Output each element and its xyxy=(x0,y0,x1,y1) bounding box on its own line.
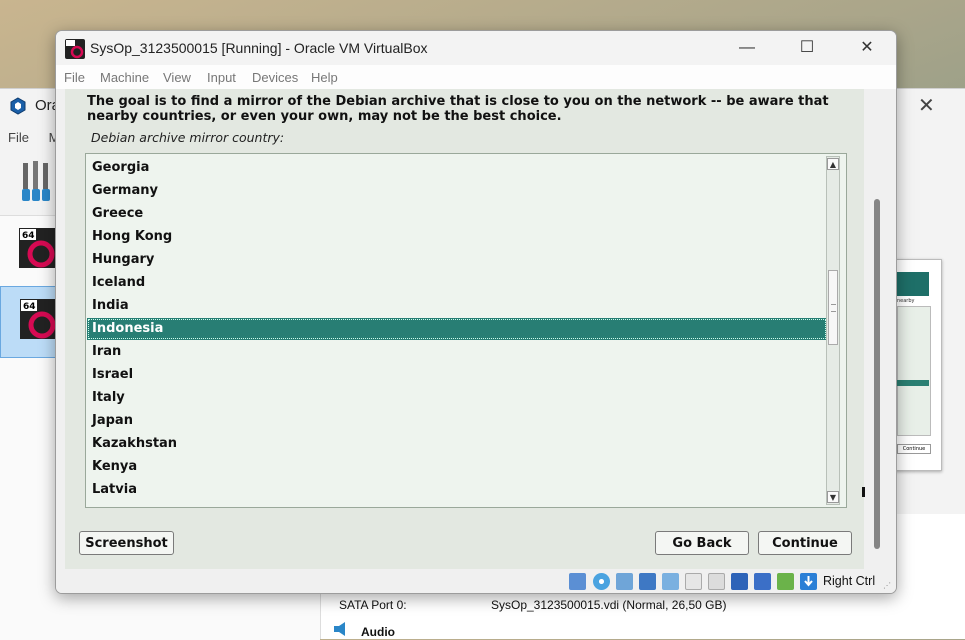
manager-close-icon[interactable]: ✕ xyxy=(918,93,935,118)
window-title: SysOp_3123500015 [Running] - Oracle VM V… xyxy=(90,40,428,56)
vm-menubar: File Machine View Input Devices Help xyxy=(56,65,896,89)
guest-screen[interactable]: The goal is to find a mirror of the Debi… xyxy=(65,89,865,569)
list-item[interactable]: Latvia xyxy=(87,479,827,501)
maximize-button[interactable]: ☐ xyxy=(784,35,830,61)
list-item-selected[interactable]: Indonesia xyxy=(87,318,827,340)
menu-machine[interactable]: Machine xyxy=(100,70,149,85)
audio-icon[interactable] xyxy=(616,573,633,590)
list-item[interactable]: Georgia xyxy=(87,157,827,179)
list-item[interactable]: Iran xyxy=(87,341,827,363)
preview-list xyxy=(897,306,931,436)
minimize-button[interactable]: — xyxy=(724,35,770,61)
grip-icon xyxy=(831,304,836,312)
menu-file[interactable]: File xyxy=(64,70,85,85)
audio-section-icon xyxy=(334,622,345,636)
vm-badge-1: 64 xyxy=(22,231,35,241)
host-key-label: Right Ctrl xyxy=(823,574,876,588)
usb-icon[interactable] xyxy=(662,573,679,590)
manager-menu-file[interactable]: File xyxy=(8,130,29,145)
list-item[interactable]: Israel xyxy=(87,364,827,386)
virtualbox-logo-icon xyxy=(10,97,26,115)
close-button[interactable]: ✕ xyxy=(844,35,890,61)
network-icon[interactable] xyxy=(639,573,656,590)
hard-disk-icon[interactable] xyxy=(569,573,586,590)
status-bar: Right Ctrl ⋰ xyxy=(56,569,896,593)
list-item[interactable]: Hong Kong xyxy=(87,226,827,248)
preview-continue: Continue xyxy=(897,444,931,454)
tools-icon[interactable] xyxy=(20,159,60,203)
preview-text: nearby xyxy=(897,298,915,304)
continue-button[interactable]: Continue xyxy=(758,531,852,555)
list-item[interactable]: Iceland xyxy=(87,272,827,294)
scroll-down-icon[interactable]: ▼ xyxy=(827,491,839,503)
list-item[interactable]: Italy xyxy=(87,387,827,409)
list-item[interactable]: Hungary xyxy=(87,249,827,271)
installer-prompt: The goal is to find a mirror of the Debi… xyxy=(87,94,829,124)
list-item[interactable]: Japan xyxy=(87,410,827,432)
display-icon[interactable] xyxy=(708,573,725,590)
menu-view[interactable]: View xyxy=(163,70,191,85)
go-back-button[interactable]: Go Back xyxy=(655,531,749,555)
vm-window: SysOp_3123500015 [Running] - Oracle VM V… xyxy=(55,30,897,594)
screenshot-button[interactable]: Screenshot xyxy=(79,531,174,555)
vm-state-icon[interactable] xyxy=(754,573,771,590)
resize-grip-icon[interactable]: ⋰ xyxy=(883,581,891,590)
recording-icon[interactable] xyxy=(731,573,748,590)
scroll-up-icon[interactable]: ▲ xyxy=(827,158,839,170)
debian-os-icon: 64 xyxy=(20,299,56,339)
list-scrollbar[interactable]: ▲ ▼ xyxy=(826,156,840,505)
storage-port-label: SATA Port 0: xyxy=(339,598,407,612)
window-scrollbar[interactable] xyxy=(874,199,880,549)
cpu-icon[interactable] xyxy=(777,573,794,590)
optical-drive-icon[interactable] xyxy=(593,573,610,590)
preview-selection xyxy=(897,380,929,386)
mouse-cursor-icon xyxy=(862,487,865,497)
list-item[interactable]: Greece xyxy=(87,203,827,225)
debian-os-icon: 64 xyxy=(19,228,55,268)
mirror-country-label: Debian archive mirror country: xyxy=(91,130,285,145)
list-item[interactable]: Kenya xyxy=(87,456,827,478)
list-item[interactable]: Germany xyxy=(87,180,827,202)
storage-port-value: SysOp_3123500015.vdi (Normal, 26,50 GB) xyxy=(491,598,727,612)
list-item[interactable]: Kazakhstan xyxy=(87,433,827,455)
country-listbox[interactable]: Georgia Germany Greece Hong Kong Hungary… xyxy=(85,153,847,508)
vm-badge-2: 64 xyxy=(23,302,36,312)
scrollbar-thumb[interactable] xyxy=(828,270,838,345)
host-key-arrow-icon[interactable] xyxy=(800,573,817,590)
debian-os-icon xyxy=(65,39,85,59)
audio-section-title[interactable]: Audio xyxy=(361,625,395,639)
list-item[interactable]: India xyxy=(87,295,827,317)
menu-help[interactable]: Help xyxy=(311,70,338,85)
shared-folders-icon[interactable] xyxy=(685,573,702,590)
menu-devices[interactable]: Devices xyxy=(252,70,298,85)
menu-input[interactable]: Input xyxy=(207,70,236,85)
title-bar[interactable]: SysOp_3123500015 [Running] - Oracle VM V… xyxy=(56,31,896,65)
